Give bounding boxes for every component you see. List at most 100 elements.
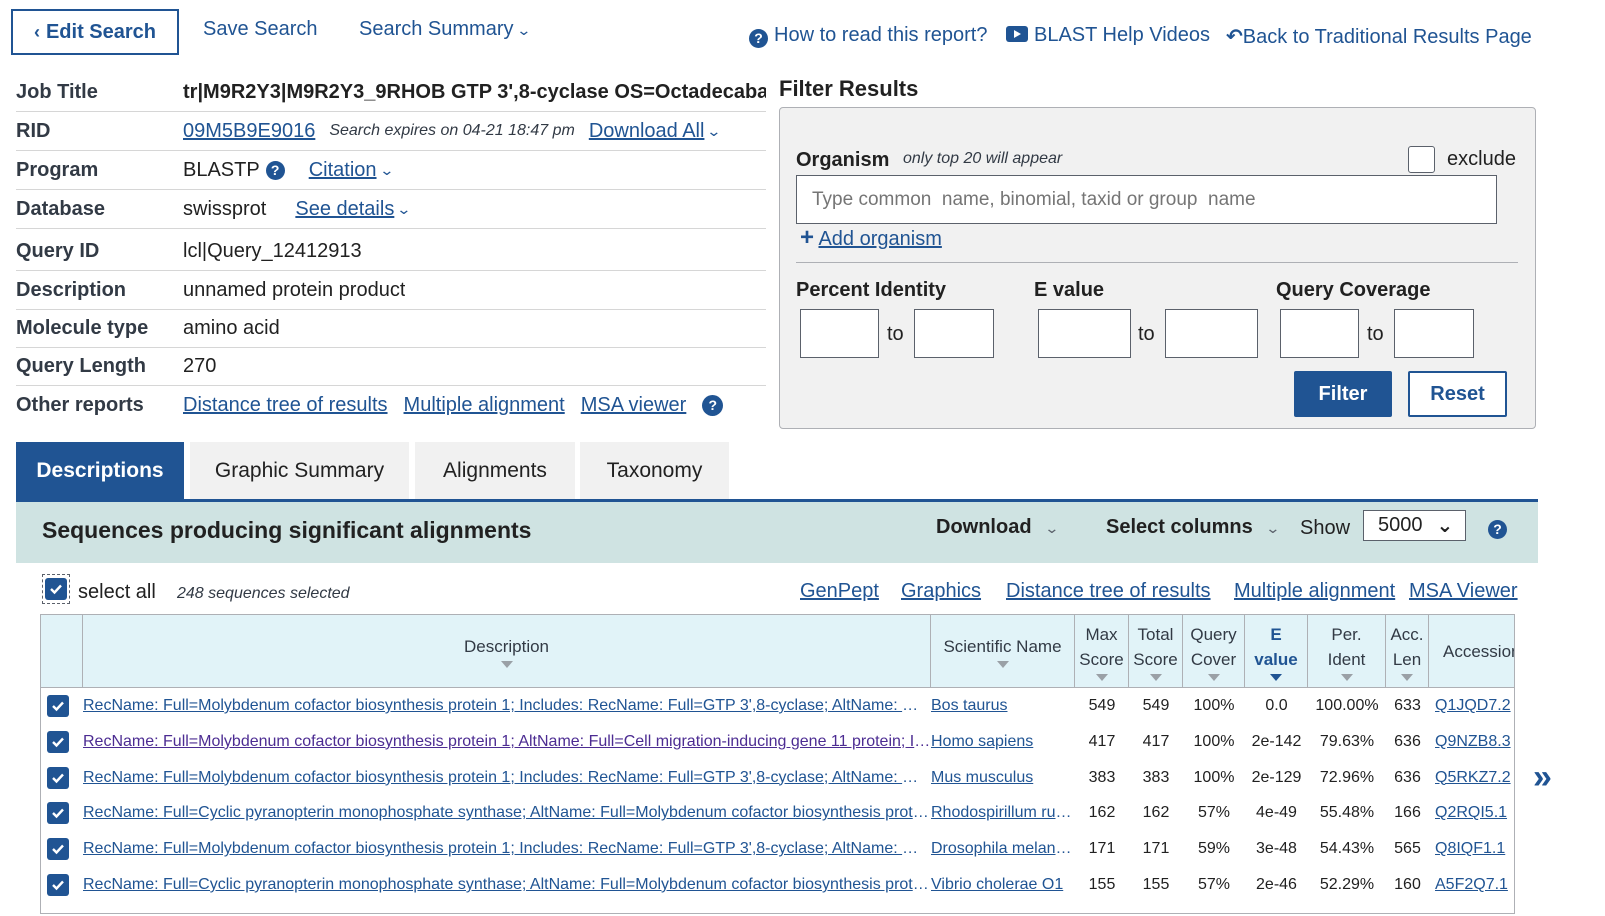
query-length-row: Query Length 270 bbox=[16, 347, 766, 386]
distance-tree-link[interactable]: Distance tree of results bbox=[183, 394, 388, 417]
row-checkbox[interactable] bbox=[47, 831, 77, 867]
citation-dropdown[interactable]: Citation bbox=[309, 159, 377, 182]
ident-cell: 100.00% bbox=[1315, 697, 1379, 714]
add-organism-link[interactable]: + Add organism bbox=[800, 224, 942, 252]
scientific-name-link[interactable]: Rhodospirillum rubrum bbox=[931, 804, 1075, 822]
description-link[interactable]: RecName: Full=Molybdenum cofactor biosyn… bbox=[83, 697, 931, 715]
reset-button[interactable]: Reset bbox=[1408, 371, 1507, 417]
header-checkbox-column bbox=[41, 615, 83, 687]
accession-link[interactable]: Q8IQF1.1 bbox=[1435, 840, 1514, 858]
row-checkbox[interactable] bbox=[47, 795, 77, 831]
msa-viewer-link[interactable]: MSA viewer bbox=[581, 394, 687, 417]
header-total-score[interactable]: Total Score bbox=[1129, 615, 1183, 687]
accession-link[interactable]: Q1JQD7.2 bbox=[1435, 697, 1514, 715]
sort-arrow-icon bbox=[1401, 673, 1413, 681]
percent-identity-min-input[interactable] bbox=[800, 309, 879, 358]
scientific-name-link[interactable]: Mus musculus bbox=[931, 769, 1075, 787]
tab-graphic-summary[interactable]: Graphic Summary bbox=[190, 442, 409, 500]
organism-input[interactable] bbox=[796, 175, 1497, 224]
show-label: Show bbox=[1300, 517, 1351, 539]
header-max-score[interactable]: Max Score bbox=[1075, 615, 1129, 687]
double-chevron-right-icon[interactable]: » bbox=[1533, 758, 1552, 797]
organism-label: Organism bbox=[796, 149, 890, 171]
exclude-checkbox[interactable] bbox=[1408, 146, 1435, 173]
molecule-row: Molecule type amino acid bbox=[16, 309, 766, 348]
download-dropdown[interactable]: Download ⌄ bbox=[936, 516, 1059, 539]
query-id-value: lcl|Query_12412913 bbox=[183, 239, 362, 262]
e-value-max-input[interactable] bbox=[1165, 309, 1258, 358]
total-cell: 417 bbox=[1142, 732, 1170, 750]
select-all-checkbox[interactable] bbox=[42, 574, 70, 604]
percent-identity-max-input[interactable] bbox=[914, 309, 994, 358]
header-accession[interactable]: Accession bbox=[1429, 615, 1514, 687]
row-checkbox[interactable] bbox=[47, 760, 77, 796]
genpept-link[interactable]: GenPept bbox=[800, 580, 879, 603]
select-columns-dropdown[interactable]: Select columns ⌄ bbox=[1106, 516, 1281, 539]
rid-expires: Search expires on 04-21 18:47 pm bbox=[329, 122, 575, 139]
rid-link[interactable]: 09M5B9E9016 bbox=[183, 120, 315, 143]
select-columns-label: Select columns bbox=[1106, 516, 1253, 538]
scientific-name-link[interactable]: Vibrio cholerae O1 bbox=[931, 876, 1075, 894]
accession-link[interactable]: Q2RQI5.1 bbox=[1435, 804, 1514, 822]
scientific-name-link[interactable]: Bos taurus bbox=[931, 697, 1075, 715]
msa-viewer-link[interactable]: MSA Viewer bbox=[1409, 580, 1518, 603]
show-count-select[interactable]: 5000 ⌄ bbox=[1363, 510, 1466, 541]
accession-cell: Q5RKZ7.2 bbox=[1435, 760, 1514, 796]
row-checkbox[interactable] bbox=[47, 867, 77, 903]
accession-link[interactable]: A5F2Q7.1 bbox=[1435, 876, 1514, 894]
help-videos-link[interactable]: BLAST Help Videos bbox=[1006, 24, 1210, 47]
filter-button[interactable]: Filter bbox=[1294, 371, 1392, 417]
help-icon[interactable]: ? bbox=[265, 160, 285, 180]
scientific-name-cell: Homo sapiens bbox=[931, 724, 1075, 760]
header-acc-len[interactable]: Acc. Len bbox=[1386, 615, 1429, 687]
query-coverage-min-input[interactable] bbox=[1280, 309, 1359, 358]
see-details-dropdown[interactable]: See details bbox=[295, 198, 394, 221]
evalue-cell: 0.0 bbox=[1265, 697, 1288, 714]
e-value-min-input[interactable] bbox=[1038, 309, 1131, 358]
scientific-name-link[interactable]: Drosophila melanogaster bbox=[931, 840, 1075, 858]
save-search-link[interactable]: Save Search bbox=[203, 18, 318, 41]
undo-arrow-icon: ↶ bbox=[1226, 26, 1243, 48]
header-description[interactable]: Description bbox=[83, 615, 931, 687]
description-link[interactable]: RecName: Full=Cyclic pyranopterin monoph… bbox=[83, 876, 931, 894]
row-checkbox[interactable] bbox=[47, 724, 77, 760]
help-icon[interactable]: ? bbox=[702, 395, 724, 416]
accession-link[interactable]: Q9NZB8.3 bbox=[1435, 733, 1514, 751]
graphics-link[interactable]: Graphics bbox=[901, 580, 981, 603]
job-title-row: Job Title tr|M9R2Y3|M9R2Y3_9RHOB GTP 3',… bbox=[16, 73, 766, 112]
back-traditional-link[interactable]: ↶Back to Traditional Results Page bbox=[1226, 24, 1532, 49]
search-summary-dropdown[interactable]: Search Summary ⌄ bbox=[359, 18, 531, 41]
see-details-label: See details bbox=[295, 197, 395, 220]
description-link[interactable]: RecName: Full=Molybdenum cofactor biosyn… bbox=[83, 769, 931, 787]
header-e-value[interactable]: Evalue bbox=[1245, 615, 1308, 687]
accession-link[interactable]: Q5RKZ7.2 bbox=[1435, 769, 1514, 787]
header-len-label: Len bbox=[1392, 649, 1422, 669]
multiple-alignment-link[interactable]: Multiple alignment bbox=[404, 394, 565, 417]
accession-cell: A5F2Q7.1 bbox=[1435, 867, 1514, 903]
help-icon-container[interactable]: ? bbox=[1488, 519, 1513, 539]
database-label: Database bbox=[16, 197, 105, 220]
distance-tree-link[interactable]: Distance tree of results bbox=[1006, 580, 1211, 603]
query-coverage-max-input[interactable] bbox=[1394, 309, 1474, 358]
download-all-dropdown[interactable]: Download All bbox=[589, 120, 705, 143]
description-link[interactable]: RecName: Full=Cyclic pyranopterin monoph… bbox=[83, 804, 931, 822]
ident-cell: 54.43% bbox=[1319, 840, 1375, 858]
tab-descriptions[interactable]: Descriptions bbox=[16, 442, 184, 500]
table-row: RecName: Full=Molybdenum cofactor biosyn… bbox=[41, 688, 1514, 724]
edit-search-button[interactable]: ‹ Edit Search bbox=[11, 9, 179, 55]
description-link[interactable]: RecName: Full=Molybdenum cofactor biosyn… bbox=[83, 840, 931, 858]
multiple-alignment-link[interactable]: Multiple alignment bbox=[1234, 580, 1395, 603]
citation-label: Citation bbox=[308, 158, 377, 181]
how-to-read-link[interactable]: ? How to read this report? bbox=[749, 24, 987, 48]
description-link[interactable]: RecName: Full=Molybdenum cofactor biosyn… bbox=[83, 733, 931, 751]
header-query-cover[interactable]: Query Cover bbox=[1183, 615, 1245, 687]
row-checkbox[interactable] bbox=[47, 688, 77, 724]
scientific-name-link[interactable]: Homo sapiens bbox=[931, 733, 1075, 751]
chevron-down-icon: ⌄ bbox=[1264, 520, 1281, 536]
header-per-ident[interactable]: Per. Ident bbox=[1308, 615, 1386, 687]
header-scientific-name[interactable]: Scientific Name bbox=[931, 615, 1075, 687]
evalue-cell: 2e-142 bbox=[1251, 732, 1302, 750]
cover-cell: 59% bbox=[1197, 840, 1231, 858]
tab-alignments[interactable]: Alignments bbox=[415, 442, 575, 500]
tab-taxonomy[interactable]: Taxonomy bbox=[580, 442, 729, 500]
